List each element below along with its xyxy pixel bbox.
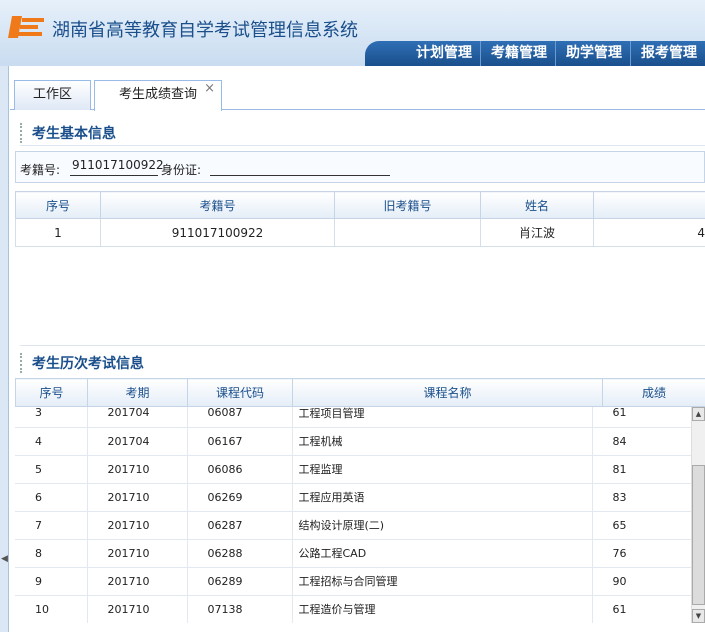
table-header-row: 序号 考籍号 旧考籍号 姓名 [15, 191, 705, 219]
cell: 06289 [187, 567, 293, 596]
cell: 工程招标与合同管理 [292, 567, 593, 596]
table-row[interactable]: 10 201710 07138 工程造价与管理 61 [15, 595, 691, 623]
scroll-down-icon[interactable]: ▼ [692, 609, 705, 623]
cell: 83 [592, 483, 691, 512]
history-table-body[interactable]: 3 201704 06087 工程项目管理 61 4 201704 06167 工程机械 84 5 2… [15, 407, 691, 623]
cell: 5 [15, 455, 88, 484]
cell: 工程机械 [292, 427, 593, 456]
cell: 06086 [187, 455, 293, 484]
section-title-basic-info: 考生基本信息 [20, 123, 116, 143]
cell: 06167 [187, 427, 293, 456]
col-header: 旧考籍号 [334, 191, 481, 219]
cell: 84 [592, 427, 691, 456]
col-header: 考籍号 [100, 191, 335, 219]
tab-score-query[interactable]: 考生成绩查询 × [94, 80, 222, 111]
nav-plan-management[interactable]: 计划管理 [406, 41, 480, 66]
scroll-thumb[interactable] [692, 465, 705, 605]
table-row[interactable]: 9 201710 06289 工程招标与合同管理 90 [15, 567, 691, 596]
cell: 911017100922 [100, 218, 335, 247]
col-header: 姓名 [480, 191, 594, 219]
basic-info-table: 序号 考籍号 旧考籍号 姓名 1 911017100922 肖江波 4 [15, 191, 705, 247]
tab-score-query-label: 考生成绩查询 [118, 87, 197, 102]
cell: 201710 [87, 539, 188, 568]
cell: 201710 [87, 455, 188, 484]
cell: 201710 [87, 567, 188, 596]
section-title-exam-history: 考生历次考试信息 [20, 353, 144, 373]
history-table-header: 序号 考期 课程代码 课程名称 成绩 [15, 378, 705, 407]
cell: 9 [15, 567, 88, 596]
table-row[interactable]: 3 201704 06087 工程项目管理 61 [15, 407, 691, 428]
table-row[interactable]: 6 201710 06269 工程应用英语 83 [15, 483, 691, 512]
table-row[interactable]: 7 201710 06287 结构设计原理(二) 65 [15, 511, 691, 540]
col-header: 课程名称 [292, 378, 603, 407]
table-row[interactable]: 5 201710 06086 工程监理 81 [15, 455, 691, 484]
col-header: 考期 [87, 378, 188, 407]
cell: 7 [15, 511, 88, 540]
id-card-label: 身份证: [161, 163, 202, 177]
collapse-left-icon[interactable]: ◀ [1, 554, 8, 564]
cell: 结构设计原理(二) [292, 511, 593, 540]
col-header [593, 191, 705, 219]
cell: 61 [592, 595, 691, 623]
close-icon[interactable]: × [204, 75, 215, 103]
id-card-field[interactable] [210, 158, 390, 176]
cell: 工程项目管理 [292, 407, 593, 428]
tab-bar: 工作区 考生成绩查询 × [10, 76, 705, 111]
cell: 201704 [87, 407, 188, 428]
cell: 201710 [87, 595, 188, 623]
top-nav: 计划管理 考籍管理 助学管理 报考管理 [365, 41, 705, 66]
cell: 201704 [87, 427, 188, 456]
cell: 公路工程CAD [292, 539, 593, 568]
cell: 4 [15, 427, 88, 456]
scroll-up-icon[interactable]: ▲ [692, 407, 705, 421]
cell: 1 [15, 218, 101, 247]
cell: 8 [15, 539, 88, 568]
cell: 4 [593, 218, 705, 247]
table-header-row: 序号 考期 课程代码 课程名称 成绩 [15, 378, 705, 407]
exam-id-label: 考籍号: [20, 163, 61, 177]
cell: 90 [592, 567, 691, 596]
cell [334, 218, 481, 247]
cell: 肖江波 [480, 218, 594, 247]
left-splitter[interactable]: ◀ [0, 66, 9, 632]
cell: 工程监理 [292, 455, 593, 484]
cell: 3 [15, 407, 88, 428]
col-header: 成绩 [602, 378, 705, 407]
cell: 6 [15, 483, 88, 512]
cell: 201710 [87, 511, 188, 540]
nav-record-management[interactable]: 考籍管理 [480, 41, 555, 66]
table-row[interactable]: 8 201710 06288 公路工程CAD 76 [15, 539, 691, 568]
cell: 10 [15, 595, 88, 623]
cell: 07138 [187, 595, 293, 623]
cell: 81 [592, 455, 691, 484]
exam-id-field[interactable]: 911017100922 [70, 158, 164, 176]
history-table: 3 201704 06087 工程项目管理 61 4 201704 06167 工程机械 84 5 2… [15, 407, 691, 623]
history-scrollbar[interactable]: ▲ ▼ [691, 407, 705, 623]
cell: 06288 [187, 539, 293, 568]
table-row[interactable]: 1 911017100922 肖江波 4 [15, 218, 705, 247]
cell: 工程造价与管理 [292, 595, 593, 623]
app-title: 湖南省高等教育自学考试管理信息系统 [52, 20, 358, 41]
cell: 76 [592, 539, 691, 568]
cell: 06269 [187, 483, 293, 512]
nav-study-aid-management[interactable]: 助学管理 [555, 41, 630, 66]
divider [20, 145, 705, 146]
main-panel: 考生基本信息 考籍号: 911017100922 身份证: 序号 考籍号 旧考籍… [10, 111, 705, 632]
nav-registration-management[interactable]: 报考管理 [630, 41, 705, 66]
cell: 65 [592, 511, 691, 540]
cell: 工程应用英语 [292, 483, 593, 512]
cell: 06287 [187, 511, 293, 540]
cell: 61 [592, 407, 691, 428]
divider [20, 345, 705, 346]
cell: 201710 [87, 483, 188, 512]
cell: 06087 [187, 407, 293, 428]
col-header: 课程代码 [187, 378, 293, 407]
app-logo-icon [8, 16, 44, 38]
app-header: 湖南省高等教育自学考试管理信息系统 计划管理 考籍管理 助学管理 报考管理 [0, 0, 705, 66]
col-header: 序号 [15, 378, 88, 407]
table-row[interactable]: 4 201704 06167 工程机械 84 [15, 427, 691, 456]
search-form: 考籍号: 911017100922 身份证: [15, 151, 705, 183]
col-header: 序号 [15, 191, 101, 219]
tab-workspace[interactable]: 工作区 [14, 80, 91, 110]
